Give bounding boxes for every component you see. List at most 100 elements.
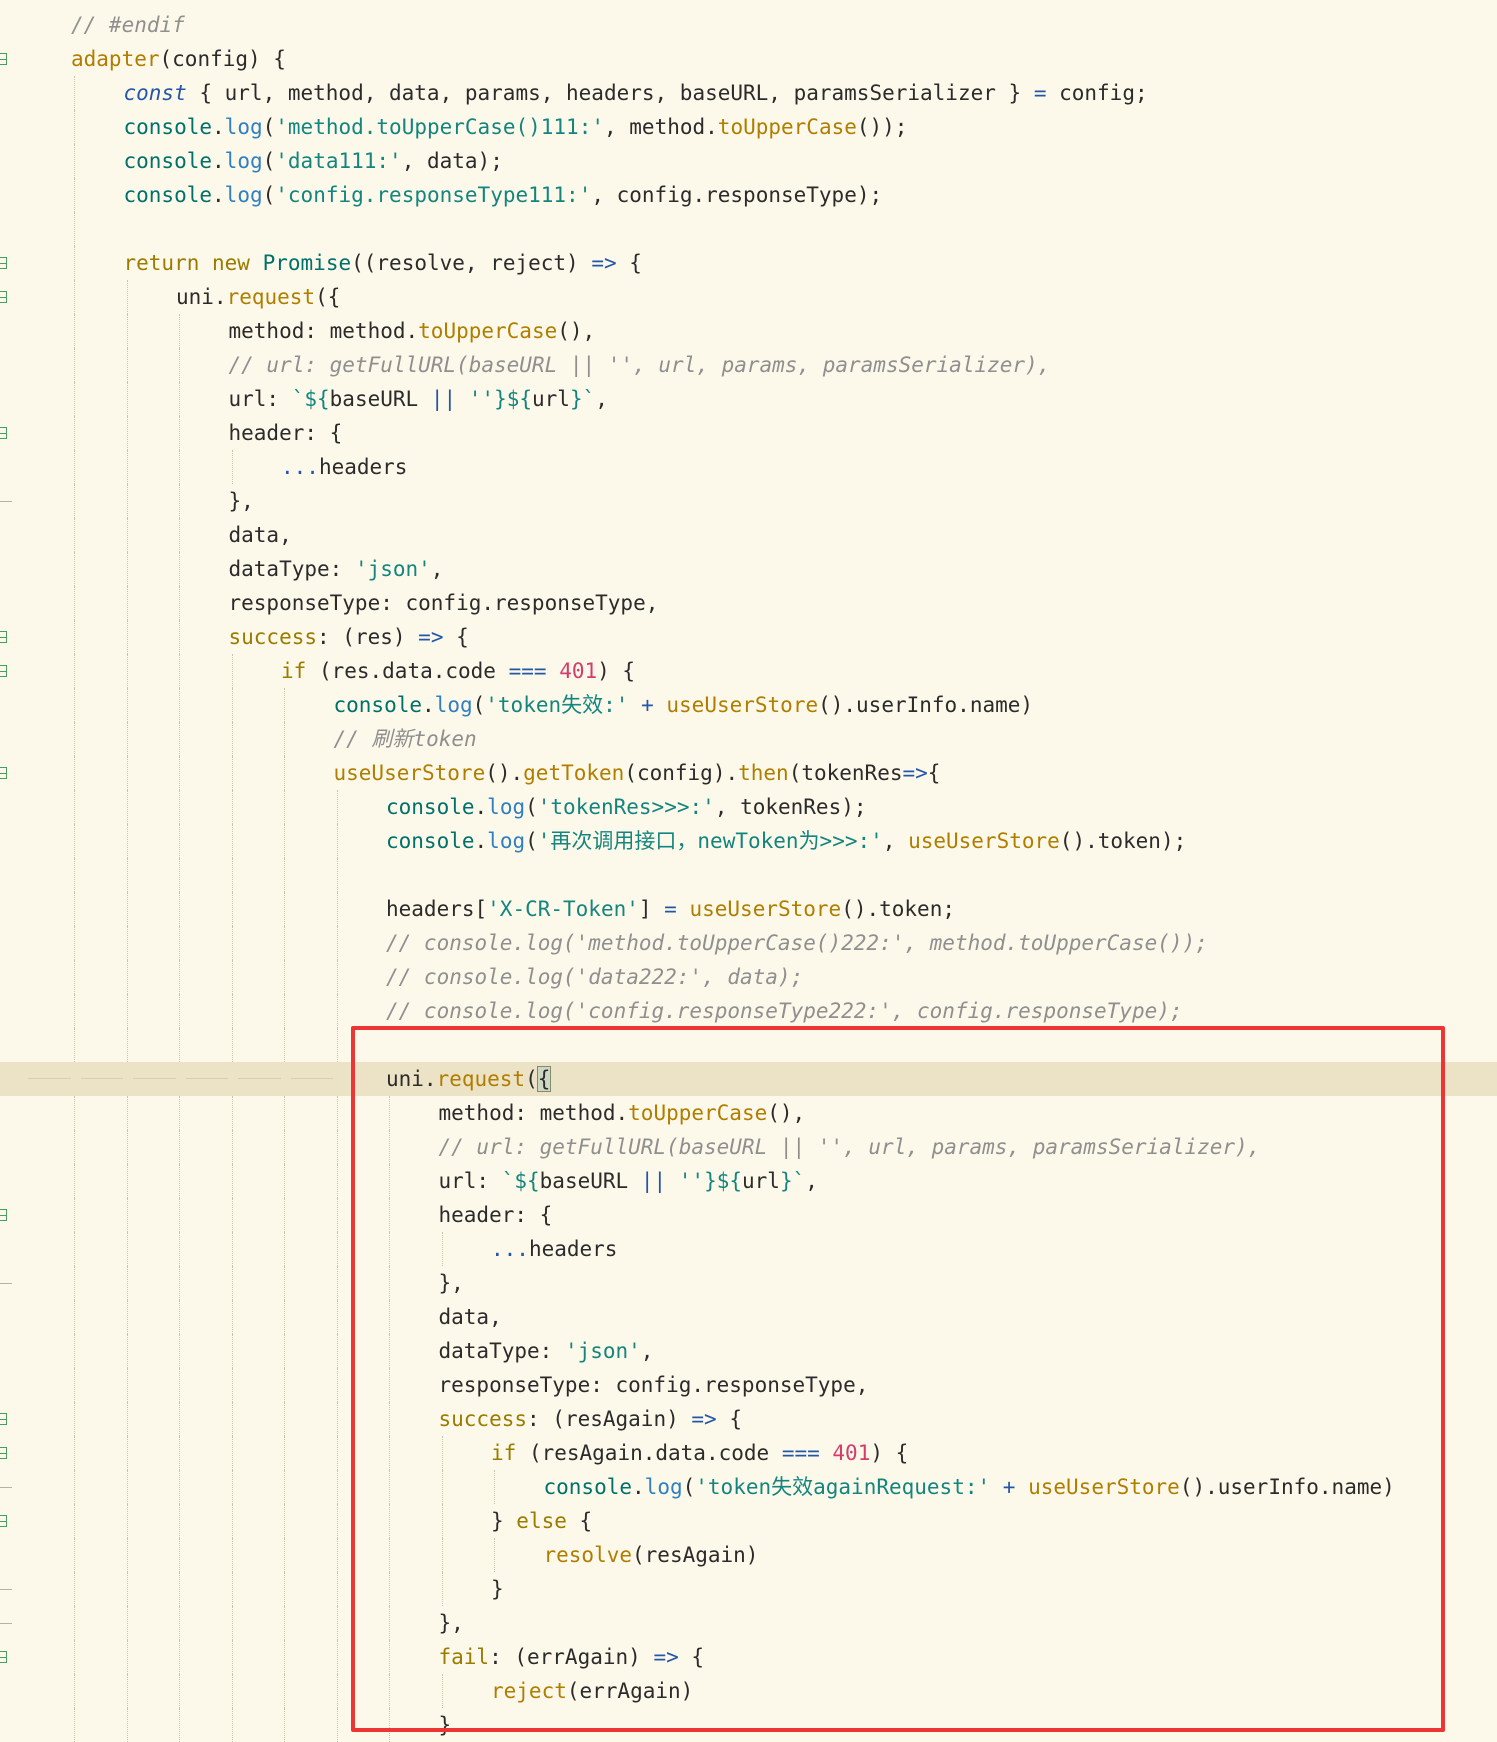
- indent-guide: [179, 824, 180, 858]
- indent-guide: [231, 960, 233, 994]
- code-line[interactable]: url: `${baseURL || ''}${url}`,: [0, 1164, 1497, 1198]
- code-editor[interactable]: // #endif adapter(config) {const { url, m…: [0, 0, 1497, 1742]
- code-token: (: [525, 829, 538, 853]
- code-line[interactable]: console.log('method.toUpperCase()111:', …: [0, 110, 1497, 144]
- code-token: log: [224, 115, 263, 139]
- code-line[interactable]: headers['X-CR-Token'] = useUserStore().t…: [0, 892, 1497, 926]
- indent-guide: [231, 654, 233, 688]
- code-text: useUserStore().getToken(config).then(tok…: [334, 756, 941, 790]
- indent-guide: [74, 892, 75, 926]
- code-line[interactable]: if (res.data.code === 401) {: [0, 654, 1497, 688]
- indent-guide: [179, 552, 180, 586]
- current-code-line[interactable]: uni.request({: [0, 1062, 1497, 1096]
- code-line[interactable]: responseType: config.responseType,: [0, 586, 1497, 620]
- cursor-bracket: {: [536, 1066, 552, 1092]
- code-line[interactable]: // url: getFullURL(baseURL || '', url, p…: [0, 1130, 1497, 1164]
- code-line[interactable]: } else {: [0, 1504, 1497, 1538]
- indent-guide: [74, 450, 75, 484]
- code-token: : (res): [317, 625, 419, 649]
- indent-guide: [126, 688, 128, 722]
- code-line[interactable]: data,: [0, 1300, 1497, 1334]
- indent-guide: [284, 1402, 285, 1436]
- code-line[interactable]: dataType: 'json',: [0, 1334, 1497, 1368]
- indent-guide: [126, 722, 128, 756]
- code-line[interactable]: },: [0, 484, 1497, 518]
- code-line[interactable]: // url: getFullURL(baseURL || '', url, p…: [0, 348, 1497, 382]
- code-token: success: [228, 625, 318, 649]
- code-token: data,: [228, 523, 292, 547]
- code-text: } else {: [491, 1504, 592, 1538]
- code-line[interactable]: }: [0, 1708, 1497, 1742]
- code-line[interactable]: ...headers: [0, 1232, 1497, 1266]
- code-line[interactable]: method: method.toUpperCase(),: [0, 1096, 1497, 1130]
- code-line[interactable]: console.log('data111:', data);: [0, 144, 1497, 178]
- code-line[interactable]: fail: (errAgain) => {: [0, 1640, 1497, 1674]
- code-line[interactable]: console.log('再次调用接口，newToken为>>>:', useU…: [0, 824, 1497, 858]
- code-line[interactable]: url: `${baseURL || ''}${url}`,: [0, 382, 1497, 416]
- code-line[interactable]: resolve(resAgain): [0, 1538, 1497, 1572]
- code-token: headers: [528, 1237, 618, 1261]
- indent-guide: [126, 858, 128, 892]
- code-line[interactable]: header: {: [0, 416, 1497, 450]
- code-line[interactable]: }: [0, 1572, 1497, 1606]
- indent-guide: [284, 1572, 285, 1606]
- indent-guide: [126, 892, 128, 926]
- code-line[interactable]: data,: [0, 518, 1497, 552]
- indent-guide: [336, 1096, 338, 1130]
- code-line[interactable]: console.log('tokenRes>>>:', tokenRes);: [0, 790, 1497, 824]
- indent-guide: [179, 484, 180, 518]
- code-text: },: [439, 1606, 464, 1640]
- code-line[interactable]: uni.request({: [0, 280, 1497, 314]
- code-line[interactable]: // console.log('method.toUpperCase()222:…: [0, 926, 1497, 960]
- code-line[interactable]: if (resAgain.data.code === 401) {: [0, 1436, 1497, 1470]
- code-line[interactable]: const { url, method, data, params, heade…: [0, 76, 1497, 110]
- code-line[interactable]: reject(errAgain): [0, 1674, 1497, 1708]
- code-line[interactable]: // 刷新token: [0, 722, 1497, 756]
- code-line[interactable]: [0, 858, 1497, 892]
- indent-guide: [126, 586, 128, 620]
- code-line[interactable]: // console.log('config.responseType222:'…: [0, 994, 1497, 1028]
- indent-guide: [74, 484, 75, 518]
- code-token: },: [438, 1271, 464, 1295]
- code-token: log: [644, 1475, 683, 1499]
- indent-guide: [74, 722, 75, 756]
- code-line[interactable]: console.log('token失效againRequest:' + use…: [0, 1470, 1497, 1504]
- indent-guide: [179, 1232, 180, 1266]
- indent-guide: [231, 1402, 233, 1436]
- code-line[interactable]: useUserStore().getToken(config).then(tok…: [0, 756, 1497, 790]
- code-token: (: [682, 1475, 696, 1499]
- code-token: const: [123, 81, 187, 105]
- indent-guide: [179, 1096, 180, 1130]
- code-token: uni.: [176, 285, 227, 309]
- code-line[interactable]: [0, 1028, 1497, 1062]
- code-token: responseType: config.responseType,: [438, 1373, 869, 1397]
- code-line[interactable]: console.log('config.responseType111:', c…: [0, 178, 1497, 212]
- code-line[interactable]: // #endif: [0, 8, 1497, 42]
- code-line[interactable]: return new Promise((resolve, reject) => …: [0, 246, 1497, 280]
- indent-guide: [74, 382, 75, 416]
- code-token: console: [386, 795, 475, 819]
- code-line[interactable]: ...headers: [0, 450, 1497, 484]
- indent-guide: [231, 1266, 233, 1300]
- code-line[interactable]: console.log('token失效:' + useUserStore().…: [0, 688, 1497, 722]
- code-line[interactable]: method: method.toUpperCase(),: [0, 314, 1497, 348]
- code-line[interactable]: success: (res) => {: [0, 620, 1497, 654]
- code-token: '': [468, 387, 495, 411]
- code-text: console.log('token失效:' + useUserStore().…: [334, 688, 1034, 722]
- code-line[interactable]: // console.log('data222:', data);: [0, 960, 1497, 994]
- indent-guide: [389, 1436, 390, 1470]
- code-line[interactable]: },: [0, 1606, 1497, 1640]
- code-line[interactable]: },: [0, 1266, 1497, 1300]
- code-line[interactable]: dataType: 'json',: [0, 552, 1497, 586]
- code-token: =>: [902, 761, 928, 785]
- code-line[interactable]: adapter(config) {: [0, 42, 1497, 76]
- code-token: (: [472, 693, 486, 717]
- code-line[interactable]: [0, 212, 1497, 246]
- code-token: if: [491, 1441, 517, 1465]
- code-line[interactable]: header: {: [0, 1198, 1497, 1232]
- code-line[interactable]: responseType: config.responseType,: [0, 1368, 1497, 1402]
- code-token: (: [262, 149, 276, 173]
- code-line[interactable]: success: (resAgain) => {: [0, 1402, 1497, 1436]
